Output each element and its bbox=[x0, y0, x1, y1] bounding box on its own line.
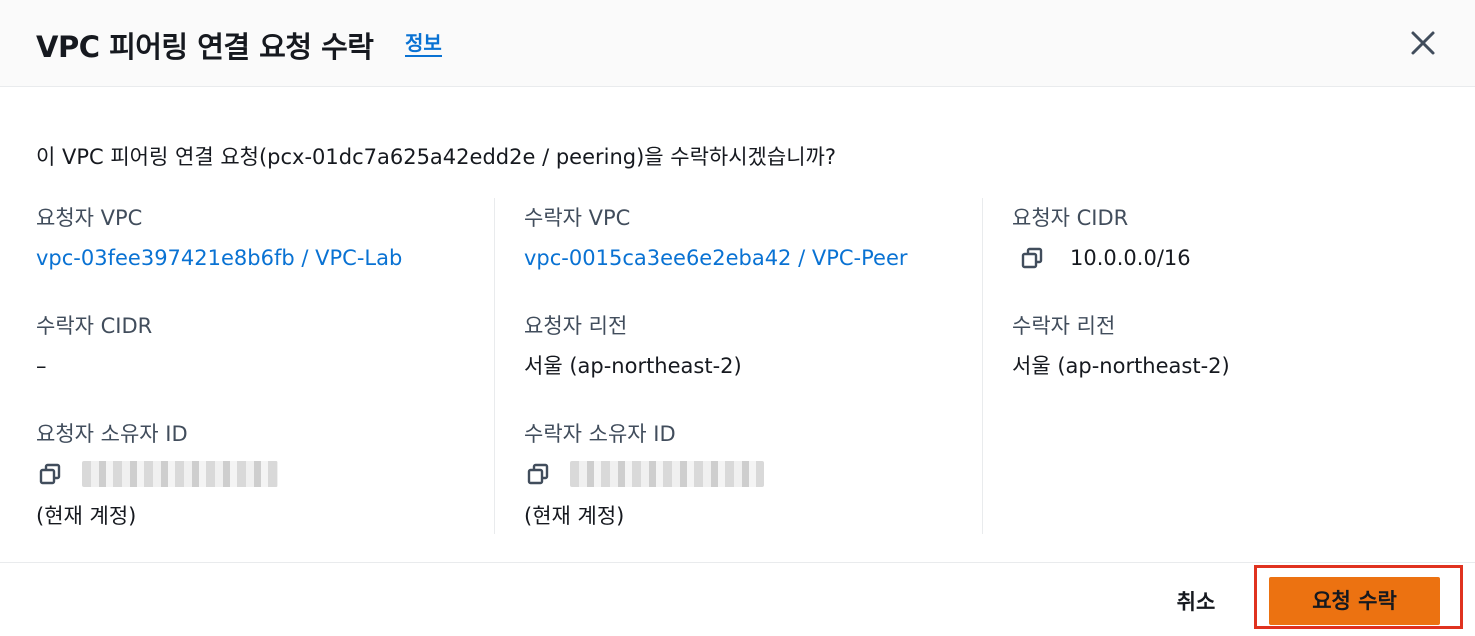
copy-icon[interactable] bbox=[36, 460, 64, 488]
accepter-cidr-field: 수락자 CIDR – bbox=[36, 312, 152, 380]
modal-title: VPC 피어링 연결 요청 수락 bbox=[36, 30, 374, 64]
cancel-button[interactable]: 취소 bbox=[1160, 584, 1232, 620]
redacted-owner-id bbox=[570, 461, 764, 487]
modal-header: VPC 피어링 연결 요청 수락 정보 bbox=[0, 0, 1475, 87]
requester-vpc-field: 요청자 VPC vpc-03fee397421e8b6fb / VPC-Lab bbox=[36, 204, 402, 272]
column-divider bbox=[494, 198, 495, 534]
requester-region-label: 요청자 리전 bbox=[524, 314, 628, 338]
requester-cidr-label: 요청자 CIDR bbox=[1012, 206, 1129, 230]
accepter-region-field: 수락자 리전 서울 (ap-northeast-2) bbox=[1012, 312, 1230, 380]
accepter-vpc-link[interactable]: vpc-0015ca3ee6e2eba42 / VPC-Peer bbox=[524, 244, 908, 272]
requester-cidr-field: 요청자 CIDR 10.0.0.0/16 bbox=[1012, 204, 1191, 272]
requester-cidr-value-row: 10.0.0.0/16 bbox=[1012, 244, 1191, 272]
accepter-vpc-label: 수락자 VPC bbox=[524, 206, 631, 230]
redacted-owner-id bbox=[82, 461, 278, 487]
current-account-note: (현재 계정) bbox=[524, 504, 625, 528]
close-icon bbox=[1411, 31, 1435, 55]
column-divider bbox=[982, 198, 983, 534]
accepter-owner-field: 수락자 소유자 ID (현재 계정) bbox=[524, 420, 764, 530]
accepter-owner-value-row bbox=[524, 460, 764, 488]
accept-request-button[interactable]: 요청 수락 bbox=[1269, 577, 1440, 625]
requester-owner-label: 요청자 소유자 ID bbox=[36, 422, 188, 446]
requester-owner-field: 요청자 소유자 ID (현재 계정) bbox=[36, 420, 278, 530]
accepter-region-label: 수락자 리전 bbox=[1012, 314, 1116, 338]
info-link[interactable]: 정보 bbox=[405, 33, 442, 57]
requester-vpc-link[interactable]: vpc-03fee397421e8b6fb / VPC-Lab bbox=[36, 244, 402, 272]
copy-icon[interactable] bbox=[524, 460, 552, 488]
footer-divider bbox=[0, 562, 1475, 563]
accepter-region-value: 서울 (ap-northeast-2) bbox=[1012, 354, 1230, 378]
accepter-vpc-field: 수락자 VPC vpc-0015ca3ee6e2eba42 / VPC-Peer bbox=[524, 204, 908, 272]
confirmation-question: 이 VPC 피어링 연결 요청(pcx-01dc7a625a42edd2e / … bbox=[36, 145, 836, 169]
accepter-cidr-label: 수락자 CIDR bbox=[36, 314, 153, 338]
requester-region-field: 요청자 리전 서울 (ap-northeast-2) bbox=[524, 312, 742, 380]
accept-peering-modal: VPC 피어링 연결 요청 수락 정보 이 VPC 피어링 연결 요청(pcx-… bbox=[0, 0, 1475, 636]
accepter-owner-label: 수락자 소유자 ID bbox=[524, 422, 676, 446]
requester-vpc-label: 요청자 VPC bbox=[36, 206, 143, 230]
requester-cidr-value: 10.0.0.0/16 bbox=[1070, 246, 1191, 270]
current-account-note: (현재 계정) bbox=[36, 504, 137, 528]
requester-owner-value-row bbox=[36, 460, 278, 488]
copy-icon[interactable] bbox=[1018, 244, 1046, 272]
accepter-cidr-value: – bbox=[36, 354, 47, 378]
close-button[interactable] bbox=[1402, 22, 1444, 64]
requester-region-value: 서울 (ap-northeast-2) bbox=[524, 354, 742, 378]
